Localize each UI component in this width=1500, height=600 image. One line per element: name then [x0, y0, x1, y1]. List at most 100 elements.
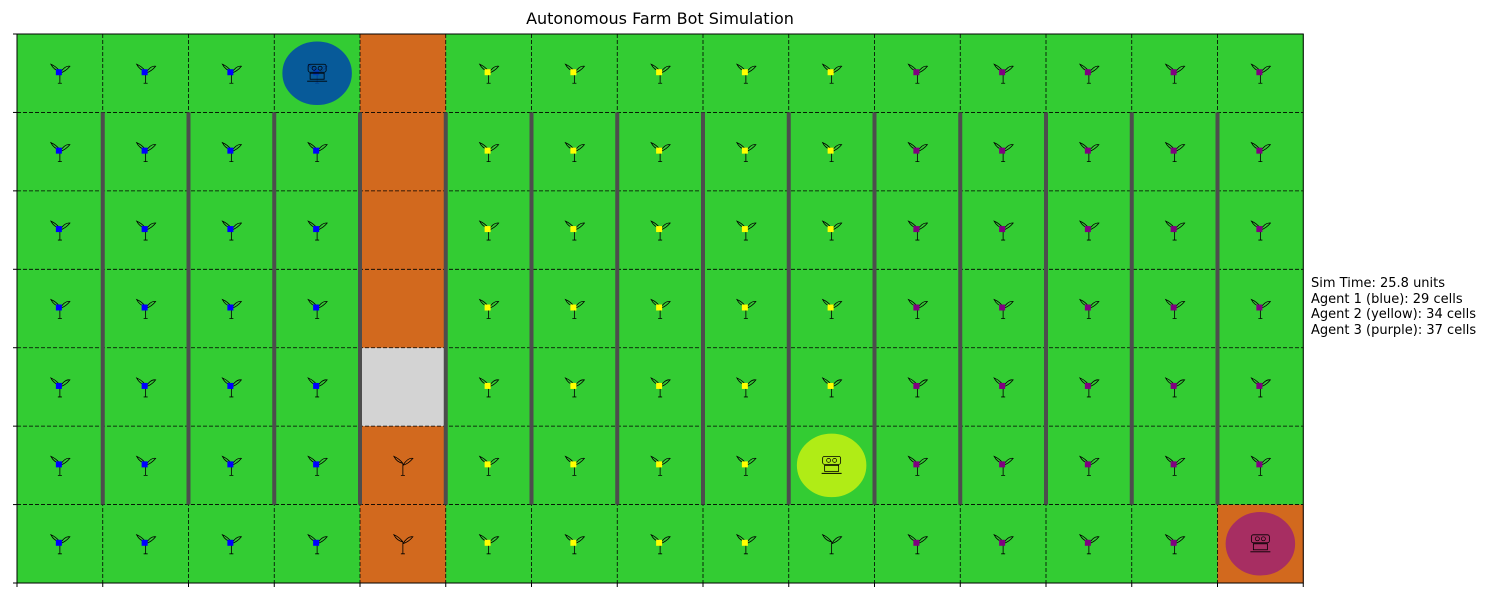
agent-3-robot[interactable]: [1225, 512, 1296, 576]
coverage-marker: [570, 304, 577, 311]
coverage-marker: [1084, 304, 1091, 311]
coverage-marker: [999, 539, 1006, 546]
coverage-marker: [141, 304, 148, 311]
coverage-marker: [913, 147, 920, 154]
coverage-marker: [227, 226, 234, 233]
coverage-marker: [570, 147, 577, 154]
coverage-marker: [999, 147, 1006, 154]
coverage-marker: [141, 226, 148, 233]
coverage-marker: [1084, 539, 1091, 546]
coverage-marker: [1256, 382, 1263, 389]
coverage-marker: [656, 461, 663, 468]
coverage-marker: [1256, 147, 1263, 154]
coverage-marker: [827, 382, 834, 389]
coverage-marker: [827, 147, 834, 154]
coverage-marker: [484, 226, 491, 233]
coverage-marker: [1084, 147, 1091, 154]
coverage-marker: [55, 147, 62, 154]
soil-cell: [360, 34, 447, 113]
coverage-marker: [656, 304, 663, 311]
coverage-marker: [827, 226, 834, 233]
coverage-marker: [1256, 304, 1263, 311]
coverage-marker: [999, 461, 1006, 468]
coverage-marker: [999, 69, 1006, 76]
agent-2-robot[interactable]: [796, 433, 867, 498]
coverage-marker: [484, 69, 491, 76]
coverage-marker: [913, 461, 920, 468]
soil-cell: [360, 112, 447, 192]
coverage-marker: [570, 539, 577, 546]
coverage-marker: [999, 382, 1006, 389]
coverage-marker: [313, 304, 320, 311]
coverage-marker: [1084, 461, 1091, 468]
coverage-marker: [227, 147, 234, 154]
coverage-marker: [741, 226, 748, 233]
coverage-marker: [741, 382, 748, 389]
coverage-marker: [1256, 226, 1263, 233]
coverage-marker: [913, 539, 920, 546]
coverage-marker: [656, 382, 663, 389]
coverage-marker: [227, 69, 234, 76]
coverage-marker: [1256, 69, 1263, 76]
coverage-marker: [313, 539, 320, 546]
coverage-marker: [55, 226, 62, 233]
coverage-marker: [741, 69, 748, 76]
coverage-marker: [656, 147, 663, 154]
coverage-marker: [1170, 147, 1177, 154]
coverage-marker: [484, 382, 491, 389]
coverage-marker: [656, 539, 663, 546]
coverage-marker: [913, 304, 920, 311]
coverage-marker: [227, 382, 234, 389]
coverage-marker: [313, 226, 320, 233]
coverage-marker: [227, 304, 234, 311]
coverage-marker: [570, 226, 577, 233]
coverage-marker: [570, 461, 577, 468]
coverage-marker: [1170, 304, 1177, 311]
coverage-marker: [141, 147, 148, 154]
coverage-marker: [1084, 226, 1091, 233]
coverage-marker: [313, 382, 320, 389]
coverage-marker: [570, 69, 577, 76]
coverage-marker: [827, 304, 834, 311]
soil-cell: [360, 269, 447, 349]
coverage-marker: [741, 539, 748, 546]
farm-grid: [13, 33, 1304, 588]
coverage-marker: [55, 304, 62, 311]
coverage-marker: [913, 226, 920, 233]
agent-1-robot[interactable]: [282, 41, 352, 105]
coverage-marker: [484, 461, 491, 468]
coverage-marker: [141, 539, 148, 546]
coverage-marker: [141, 461, 148, 468]
coverage-marker: [913, 69, 920, 76]
coverage-marker: [141, 69, 148, 76]
coverage-marker: [484, 539, 491, 546]
coverage-marker: [656, 226, 663, 233]
coverage-marker: [1084, 382, 1091, 389]
coverage-marker: [913, 382, 920, 389]
agent1-stat-text: Agent 1 (blue): 29 cells: [1311, 291, 1463, 307]
coverage-marker: [141, 382, 148, 389]
coverage-marker: [1170, 539, 1177, 546]
coverage-marker: [227, 461, 234, 468]
coverage-marker: [1084, 69, 1091, 76]
coverage-marker: [570, 382, 577, 389]
coverage-marker: [55, 69, 62, 76]
coverage-marker: [484, 304, 491, 311]
agent3-stat-text: Agent 3 (purple): 37 cells: [1311, 322, 1477, 338]
agent2-stat-text: Agent 2 (yellow): 34 cells: [1311, 307, 1476, 322]
coverage-marker: [55, 461, 62, 468]
coverage-marker: [741, 461, 748, 468]
blocked-cell: [360, 347, 447, 427]
coverage-marker: [1170, 69, 1177, 76]
coverage-marker: [656, 69, 663, 76]
coverage-marker: [1170, 461, 1177, 468]
sim-time-text: Sim Time: 25.8 units: [1311, 276, 1446, 291]
coverage-marker: [1170, 382, 1177, 389]
coverage-marker: [55, 539, 62, 546]
coverage-marker: [999, 226, 1006, 233]
coverage-marker: [999, 304, 1006, 311]
coverage-marker: [484, 147, 491, 154]
coverage-marker: [741, 304, 748, 311]
sim-info-panel: Sim Time: 25.8 units Agent 1 (blue): 29 …: [1311, 276, 1476, 338]
coverage-marker: [227, 539, 234, 546]
